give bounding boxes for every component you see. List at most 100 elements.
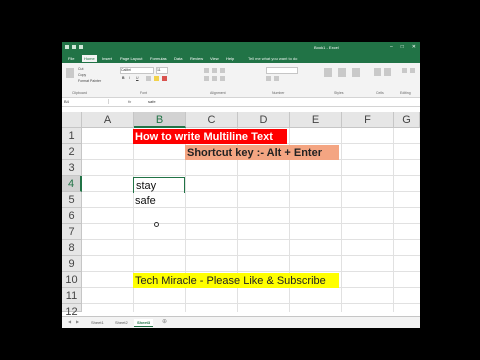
currency-icon[interactable] (266, 76, 271, 81)
alignment-group-label: Alignment (210, 91, 226, 95)
sheet-tab-1[interactable]: Sheet1 (88, 319, 107, 326)
column-header-d[interactable]: D (238, 112, 290, 128)
bold-button[interactable]: B (122, 76, 125, 80)
sheet-prev-icon[interactable]: ◀ (68, 319, 71, 324)
sheet-tab-3[interactable]: Sheet3 (134, 319, 154, 327)
align-left-icon[interactable] (204, 76, 209, 81)
tab-home[interactable]: Home (82, 55, 97, 62)
title-bar: Book1 - Excel – □ ✕ (62, 42, 420, 53)
save-icon[interactable] (65, 45, 69, 49)
sheet-tab-bar: ◀ ▶ Sheet1 Sheet2 Sheet3 ⊕ (62, 316, 420, 328)
tell-me-box[interactable]: Tell me what you want to do (248, 56, 297, 61)
delete-cells-icon[interactable] (384, 68, 391, 76)
find-select-icon[interactable] (410, 68, 415, 73)
gridline (393, 128, 394, 312)
row-header-7[interactable]: 7 (62, 224, 82, 240)
select-all-corner[interactable] (62, 112, 82, 128)
font-color-icon[interactable] (162, 76, 167, 81)
close-icon[interactable]: ✕ (412, 44, 416, 50)
gridline (82, 223, 420, 224)
column-header-g[interactable]: G (394, 112, 420, 128)
sheet-next-icon[interactable]: ▶ (76, 319, 79, 324)
ribbon-tabs: File Home Insert Page Layout Formulas Da… (62, 53, 420, 63)
insert-cells-icon[interactable] (374, 68, 381, 76)
cell-b4-line-1[interactable]: stay (133, 177, 185, 193)
row-header-5[interactable]: 5 (62, 192, 82, 208)
tab-view[interactable]: View (208, 55, 221, 62)
format-as-table-icon[interactable] (338, 68, 346, 77)
cell-b1[interactable]: How to write Multiline Text (133, 129, 287, 144)
align-center-icon[interactable] (212, 76, 217, 81)
mouse-cursor-icon (154, 222, 159, 227)
tab-help[interactable]: Help (224, 55, 236, 62)
maximize-icon[interactable]: □ (401, 44, 404, 50)
cell-b11[interactable]: Tech Miracle - Please Like & Subscribe (133, 273, 339, 288)
minimize-icon[interactable]: – (390, 44, 393, 50)
align-top-icon[interactable] (204, 68, 209, 73)
row-header-4[interactable]: 4 (62, 176, 82, 192)
column-header-b[interactable]: B (134, 112, 186, 128)
row-header-11[interactable]: 11 (62, 288, 82, 304)
formula-input[interactable]: safe (148, 99, 156, 104)
tab-page-layout[interactable]: Page Layout (118, 55, 144, 62)
font-size-value: 11 (157, 68, 161, 72)
undo-icon[interactable] (72, 45, 76, 49)
borders-icon[interactable] (146, 76, 151, 81)
cell-styles-icon[interactable] (352, 68, 360, 77)
excel-window: Book1 - Excel – □ ✕ File Home Insert Pag… (62, 42, 420, 328)
gridline (82, 175, 420, 176)
autosum-icon[interactable] (402, 68, 407, 73)
wrap-text-icon[interactable] (220, 68, 225, 73)
fill-color-icon[interactable] (154, 76, 159, 81)
name-box[interactable]: B4 (64, 99, 109, 104)
row-header-3[interactable]: 3 (62, 160, 82, 176)
cell-b4-line-2[interactable]: safe (133, 193, 185, 209)
italic-button[interactable]: I (129, 76, 130, 80)
sheet-tab-2[interactable]: Sheet2 (112, 319, 131, 326)
number-format-select[interactable] (266, 67, 298, 74)
row-header-10[interactable]: 10 (62, 272, 82, 288)
copy-button[interactable]: Copy (78, 73, 86, 77)
font-group-label: Font (140, 91, 148, 95)
quick-access-toolbar (65, 45, 83, 49)
ribbon: Cut Copy Format Painter Clipboard Calibr… (62, 63, 420, 98)
tab-formulas[interactable]: Formulas (148, 55, 169, 62)
row-header-9[interactable]: 9 (62, 256, 82, 272)
column-header-e[interactable]: E (290, 112, 342, 128)
column-header-f[interactable]: F (342, 112, 394, 128)
gridline (82, 271, 420, 272)
gridline (341, 128, 342, 312)
formula-bar: B4 fx safe (62, 98, 420, 107)
conditional-formatting-icon[interactable] (324, 68, 332, 77)
tab-review[interactable]: Review (188, 55, 205, 62)
row-header-2[interactable]: 2 (62, 144, 82, 160)
window-controls: – □ ✕ (390, 44, 416, 50)
cut-button[interactable]: Cut (78, 67, 83, 71)
tab-insert[interactable]: Insert (100, 55, 114, 62)
tab-file[interactable]: File (66, 55, 76, 62)
gridline (82, 303, 420, 304)
row-header-6[interactable]: 6 (62, 208, 82, 224)
worksheet-grid[interactable]: A B C D E F G 1 2 3 4 5 6 7 8 9 10 11 12 (62, 112, 420, 318)
font-name-value: Calibri (121, 68, 131, 72)
row-header-12[interactable]: 12 (62, 304, 82, 318)
paste-icon[interactable] (66, 68, 74, 78)
insert-function-button[interactable]: fx (128, 99, 131, 104)
cell-c2[interactable]: Shortcut key :- Alt + Enter (185, 145, 339, 160)
gridline (82, 255, 420, 256)
font-name-select[interactable]: Calibri (120, 67, 154, 74)
add-sheet-icon[interactable]: ⊕ (162, 318, 167, 325)
underline-button[interactable]: U (136, 76, 139, 80)
merge-center-icon[interactable] (220, 76, 225, 81)
editing-group-label: Editing (400, 91, 411, 95)
tab-data[interactable]: Data (172, 55, 184, 62)
column-header-c[interactable]: C (186, 112, 238, 128)
redo-icon[interactable] (79, 45, 83, 49)
font-size-select[interactable]: 11 (156, 67, 168, 74)
format-painter-button[interactable]: Format Painter (78, 79, 101, 83)
row-header-8[interactable]: 8 (62, 240, 82, 256)
row-header-1[interactable]: 1 (62, 128, 82, 144)
align-middle-icon[interactable] (212, 68, 217, 73)
column-header-a[interactable]: A (82, 112, 134, 128)
percent-icon[interactable] (274, 76, 279, 81)
